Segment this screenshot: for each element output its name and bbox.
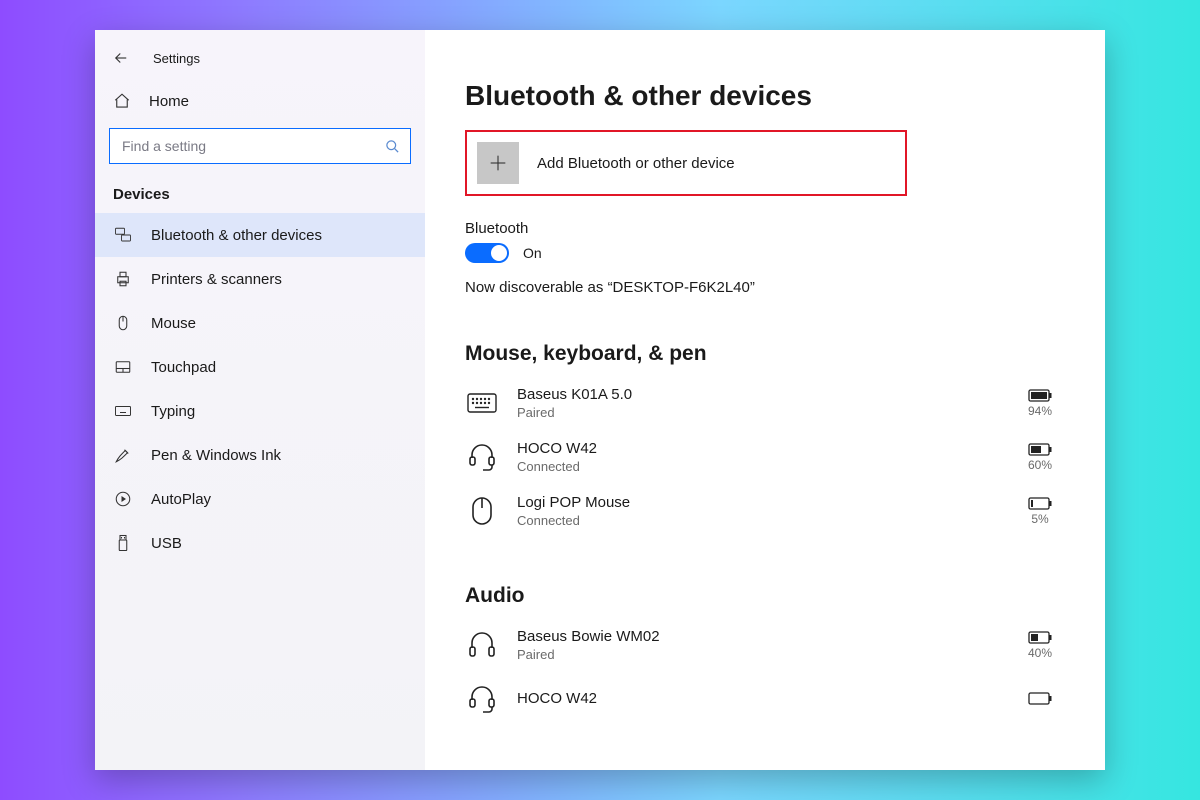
device-status: Connected (517, 513, 997, 528)
device-row[interactable]: HOCO W42 (465, 672, 1065, 726)
device-info: Baseus K01A 5.0 Paired (517, 386, 997, 420)
battery-percent: 60% (1028, 458, 1052, 472)
section-audio-title: Audio (465, 584, 1065, 608)
back-button[interactable] (109, 46, 133, 70)
bluetooth-state: On (523, 245, 542, 261)
toggle-knob (491, 245, 507, 261)
touchpad-icon (113, 357, 133, 377)
settings-window: Settings Home Devices Bluetooth & ot (95, 30, 1105, 770)
device-name: Baseus Bowie WM02 (517, 628, 997, 645)
battery-icon (1028, 631, 1052, 644)
plus-button (477, 142, 519, 184)
nav-label: AutoPlay (151, 491, 211, 508)
autoplay-icon (113, 489, 133, 509)
page-title: Bluetooth & other devices (465, 80, 1065, 112)
battery-indicator: 5% (1015, 497, 1065, 526)
battery-indicator: 40% (1015, 631, 1065, 660)
keyboard-icon (113, 401, 133, 421)
battery-percent: 40% (1028, 646, 1052, 660)
search-container (109, 128, 411, 164)
nav-label: Mouse (151, 315, 196, 332)
window-title: Settings (153, 51, 200, 66)
bluetooth-toggle[interactable] (465, 243, 509, 263)
add-device-label: Add Bluetooth or other device (537, 155, 735, 172)
device-name: HOCO W42 (517, 690, 997, 707)
headset-device-icon (465, 682, 499, 716)
nav-autoplay[interactable]: AutoPlay (95, 477, 425, 521)
discoverable-text: Now discoverable as “DESKTOP-F6K2L40” (465, 279, 1065, 296)
home-label: Home (149, 93, 189, 110)
nav-label: USB (151, 535, 182, 552)
nav-bluetooth[interactable]: Bluetooth & other devices (95, 213, 425, 257)
device-name: Baseus K01A 5.0 (517, 386, 997, 403)
pen-icon (113, 445, 133, 465)
search-input[interactable] (120, 137, 385, 155)
battery-icon (1028, 692, 1052, 705)
usb-icon (113, 533, 133, 553)
keyboard-device-icon (465, 386, 499, 420)
nav-typing[interactable]: Typing (95, 389, 425, 433)
bluetooth-toggle-row: On (465, 243, 1065, 263)
battery-percent: 5% (1031, 512, 1048, 526)
sidebar-nav: Bluetooth & other devices Printers & sca… (95, 213, 425, 565)
mouse-device-icon (465, 494, 499, 528)
nav-usb[interactable]: USB (95, 521, 425, 565)
nav-label: Typing (151, 403, 195, 420)
battery-icon (1028, 443, 1052, 456)
battery-icon (1028, 497, 1052, 510)
device-status: Paired (517, 647, 997, 662)
nav-printers[interactable]: Printers & scanners (95, 257, 425, 301)
sidebar-category: Devices (95, 180, 425, 213)
headphones-device-icon (465, 628, 499, 662)
mouse-icon (113, 313, 133, 333)
printer-icon (113, 269, 133, 289)
add-device-button[interactable]: Add Bluetooth or other device (465, 130, 907, 196)
plus-icon (487, 152, 509, 174)
device-row[interactable]: Baseus Bowie WM02 Paired 40% (465, 618, 1065, 672)
battery-percent: 94% (1028, 404, 1052, 418)
section-mkp-title: Mouse, keyboard, & pen (465, 342, 1065, 366)
battery-indicator: 94% (1015, 389, 1065, 418)
nav-label: Bluetooth & other devices (151, 227, 322, 244)
device-info: Baseus Bowie WM02 Paired (517, 628, 997, 662)
sidebar: Settings Home Devices Bluetooth & ot (95, 30, 425, 770)
nav-label: Pen & Windows Ink (151, 447, 281, 464)
device-info: Logi POP Mouse Connected (517, 494, 997, 528)
home-icon (113, 92, 131, 110)
device-row[interactable]: Baseus K01A 5.0 Paired 94% (465, 376, 1065, 430)
battery-indicator: 60% (1015, 443, 1065, 472)
device-name: HOCO W42 (517, 440, 997, 457)
device-row[interactable]: HOCO W42 Connected 60% (465, 430, 1065, 484)
device-info: HOCO W42 Connected (517, 440, 997, 474)
device-info: HOCO W42 (517, 690, 997, 709)
device-status: Connected (517, 459, 997, 474)
settings-content: Bluetooth & other devices Add Bluetooth … (425, 30, 1105, 770)
nav-home[interactable]: Home (95, 80, 425, 124)
bluetooth-label: Bluetooth (465, 220, 1065, 237)
arrow-left-icon (112, 49, 130, 67)
headset-device-icon (465, 440, 499, 474)
search-icon (385, 139, 400, 154)
nav-label: Touchpad (151, 359, 216, 376)
device-row[interactable]: Logi POP Mouse Connected 5% (465, 484, 1065, 538)
device-name: Logi POP Mouse (517, 494, 997, 511)
battery-icon (1028, 389, 1052, 402)
battery-indicator (1015, 692, 1065, 707)
nav-label: Printers & scanners (151, 271, 282, 288)
nav-pen[interactable]: Pen & Windows Ink (95, 433, 425, 477)
nav-mouse[interactable]: Mouse (95, 301, 425, 345)
nav-touchpad[interactable]: Touchpad (95, 345, 425, 389)
bluetooth-devices-icon (113, 225, 133, 245)
search-input-box[interactable] (109, 128, 411, 164)
sidebar-header: Settings (95, 38, 425, 80)
device-status: Paired (517, 405, 997, 420)
